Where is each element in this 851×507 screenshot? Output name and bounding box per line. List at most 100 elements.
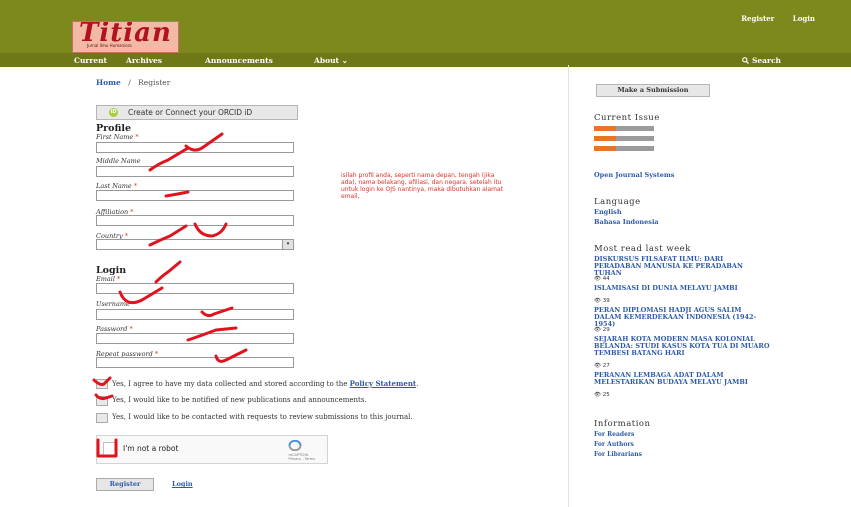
index-badge-body [616, 146, 654, 151]
make-submission-button[interactable]: Make a Submission [596, 84, 710, 97]
required-marker: * [135, 133, 139, 141]
view-count: 👁 44 [594, 276, 610, 282]
privacy-consent-checkbox[interactable] [96, 379, 108, 389]
first-name-label: First Name * [96, 133, 139, 141]
sidebar-divider [568, 65, 569, 507]
current-issue-heading: Current Issue [594, 113, 660, 123]
middle-name-label: Middle Name [96, 157, 141, 165]
index-badge[interactable] [594, 146, 654, 151]
middle-name-text: Middle Name [96, 157, 141, 165]
journal-logo[interactable]: Titian Jurnal Ilmu Humaniora [72, 21, 179, 53]
index-badge[interactable] [594, 126, 654, 131]
email-text: Email [96, 275, 115, 283]
email-input[interactable] [96, 283, 294, 294]
last-name-text: Last Name [96, 182, 132, 190]
most-read-item[interactable]: DISKURSUS FILSAFAT ILMU: DARI PERADABAN … [594, 256, 770, 277]
primary-nav: Current Archives Announcements About ⌄ S… [0, 53, 851, 67]
review-checkbox[interactable] [96, 413, 108, 423]
required-marker: * [117, 275, 121, 283]
language-heading: Language [594, 197, 641, 207]
privacy-consent-suffix: . [416, 380, 419, 388]
username-input[interactable] [96, 309, 294, 320]
eye-icon: 👁 [594, 276, 601, 282]
recaptcha-widget: I'm not a robot reCAPTCHA Privacy - Terms [96, 435, 328, 464]
info-for-authors[interactable]: For Authors [594, 441, 634, 448]
most-read-item[interactable]: ISLAMISASI DI DUNIA MELAYU JAMBI [594, 285, 770, 292]
notify-checkbox[interactable] [96, 396, 108, 406]
recaptcha-terms[interactable]: Privacy - Terms [289, 457, 315, 461]
language-indonesia[interactable]: Bahasa Indonesia [594, 218, 659, 226]
nav-about[interactable]: About ⌄ [314, 56, 348, 65]
recaptcha-logo-icon [288, 440, 302, 451]
index-badge-accent [594, 146, 616, 151]
check-mark [154, 260, 182, 284]
index-badge-body [616, 126, 654, 131]
first-name-input[interactable] [96, 142, 294, 153]
view-count-value: 29 [602, 327, 610, 333]
breadcrumb-current: Register [138, 78, 171, 87]
language-english[interactable]: English [594, 208, 622, 216]
policy-statement-link[interactable]: Policy Statement [350, 379, 417, 388]
information-heading: Information [594, 419, 651, 429]
index-badge-accent [594, 136, 616, 141]
index-badge[interactable] [594, 136, 654, 141]
notify-label: Yes, I would like to be notified of new … [112, 396, 367, 404]
orcid-icon: iD [109, 108, 118, 117]
search-icon [742, 57, 750, 64]
password-text: Password [96, 325, 128, 333]
user-nav: Register Login [725, 14, 815, 23]
login-link[interactable]: Login [793, 14, 815, 23]
eye-icon: 👁 [594, 298, 601, 304]
nav-current[interactable]: Current [74, 56, 107, 65]
affiliation-input[interactable] [96, 215, 294, 226]
most-read-item[interactable]: PERAN DIPLOMASI HADJI AGUS SALIM DALAM K… [594, 307, 770, 328]
nav-archives[interactable]: Archives [126, 56, 162, 65]
chevron-down-icon: ▾ [282, 240, 293, 249]
info-for-readers[interactable]: For Readers [594, 431, 634, 438]
eye-icon: 👁 [594, 363, 601, 369]
orcid-label: Create or Connect your ORCID iD [128, 108, 253, 117]
breadcrumb: Home / Register [96, 78, 170, 87]
view-count: 👁 25 [594, 392, 610, 398]
ojs-link[interactable]: Open Journal Systems [594, 171, 674, 179]
most-read-heading: Most read last week [594, 244, 691, 254]
review-label: Yes, I would like to be contacted with r… [112, 413, 413, 421]
logo-subtitle: Jurnal Ilmu Humaniora [87, 43, 132, 48]
recaptcha-checkbox[interactable] [103, 442, 117, 456]
view-count-value: 44 [602, 276, 610, 282]
register-link[interactable]: Register [741, 14, 774, 23]
required-marker: * [131, 300, 136, 308]
login-form-link[interactable]: Login [172, 480, 193, 488]
view-count-value: 39 [602, 298, 610, 304]
index-badge-accent [594, 126, 616, 131]
view-count-value: 25 [602, 392, 610, 398]
eye-icon: 👁 [594, 327, 601, 333]
password-label: Password * [96, 325, 133, 333]
register-button[interactable]: Register [96, 478, 154, 491]
last-name-label: Last Name * [96, 182, 137, 190]
search-label: Search [751, 56, 781, 65]
country-select[interactable]: ▾ [96, 239, 294, 250]
recaptcha-label: I'm not a robot [123, 444, 179, 453]
orcid-button[interactable]: iD Create or Connect your ORCID iD [96, 105, 298, 120]
view-count: 👁 39 [594, 298, 610, 304]
info-for-librarians[interactable]: For Librarians [594, 451, 642, 458]
annotation-marks [92, 132, 248, 458]
breadcrumb-home[interactable]: Home [96, 78, 121, 87]
view-count: 👁 29 [594, 327, 610, 333]
email-label: Email * [96, 275, 120, 283]
eye-icon: 👁 [594, 392, 601, 398]
required-marker: * [133, 182, 138, 190]
middle-name-input[interactable] [96, 166, 294, 177]
nav-announcements[interactable]: Announcements [205, 56, 273, 65]
view-count-value: 27 [602, 363, 610, 369]
repeat-password-input[interactable] [96, 357, 294, 368]
password-input[interactable] [96, 333, 294, 344]
last-name-input[interactable] [96, 190, 294, 201]
privacy-consent-text: Yes, I agree to have my data collected a… [112, 380, 348, 388]
privacy-consent-label: Yes, I agree to have my data collected a… [112, 379, 418, 388]
most-read-item[interactable]: PERANAN LEMBAGA ADAT DALAM MELESTARIKAN … [594, 372, 770, 386]
most-read-item[interactable]: SEJARAH KOTA MODERN MASA KOLONIAL BELAND… [594, 336, 770, 357]
annotation-note: isilah profil anda, seperti nama depan, … [341, 172, 504, 200]
search-link[interactable]: Search [742, 56, 781, 65]
